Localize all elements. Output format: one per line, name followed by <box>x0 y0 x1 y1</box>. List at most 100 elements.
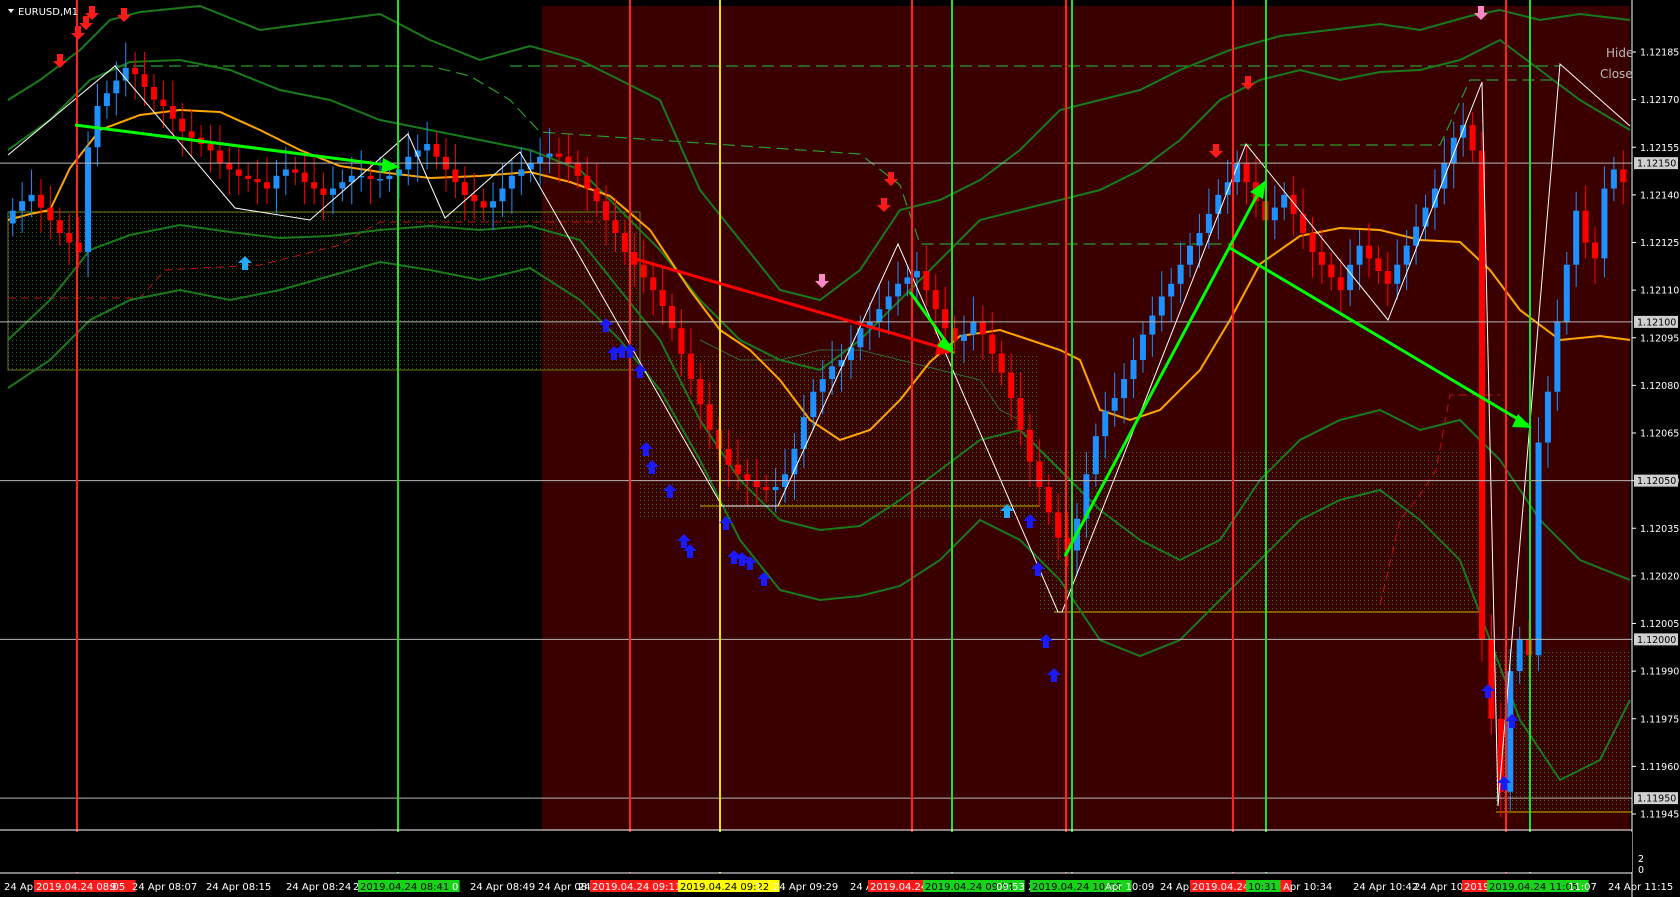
candle-body <box>490 201 497 208</box>
candle-body <box>179 118 186 132</box>
candle-body <box>1271 207 1278 221</box>
time-label: 2019.04.24 08:41 <box>360 882 449 893</box>
candle-body <box>829 366 836 380</box>
candle-body <box>433 144 440 157</box>
candle-body <box>1394 264 1401 284</box>
candle-body <box>301 172 308 183</box>
candle-body <box>1092 436 1099 475</box>
candle-body <box>1290 194 1297 214</box>
price-level-label: 1.12000 <box>1637 635 1676 646</box>
candle-body <box>923 271 930 291</box>
candle-body <box>763 486 770 491</box>
candle-body <box>593 188 600 202</box>
candle-body <box>245 175 252 179</box>
y-tick-label: 1.12140 <box>1640 190 1679 201</box>
candle-body <box>1158 296 1165 316</box>
y-tick-label: 1.12185 <box>1640 48 1679 59</box>
y-tick-label: 1.12020 <box>1640 571 1679 582</box>
candle-body <box>979 321 986 335</box>
candle-body <box>584 175 591 189</box>
candle-body <box>188 131 195 138</box>
candle-body <box>1121 379 1128 399</box>
y-tick-label: 1.12125 <box>1640 238 1679 249</box>
candle-body <box>311 182 318 189</box>
candle-body <box>471 194 478 202</box>
candle-body <box>876 309 883 322</box>
candle-body <box>1516 639 1523 672</box>
candle-body <box>169 105 176 119</box>
candle-body <box>1026 429 1033 462</box>
candle-body <box>1102 410 1109 437</box>
price-level-label: 1.12150 <box>1637 159 1676 170</box>
candle-body <box>1243 163 1250 183</box>
y-tick-label: 1.12170 <box>1640 95 1679 106</box>
candle-body <box>292 169 299 173</box>
pane-scale-top: 2 <box>1638 854 1644 865</box>
time-label: 2019.04.24 09:11 <box>592 882 681 893</box>
chart-canvas[interactable]: 1.12185 1.12170 1.12155 1.12140 1.12125 1.121… <box>0 0 1680 897</box>
price-level-label: 1.12050 <box>1637 476 1676 487</box>
symbol-header[interactable]: EURUSD,M1 <box>8 7 78 18</box>
candle-body <box>904 277 911 284</box>
candle-body <box>452 169 459 183</box>
candle-body <box>329 188 336 195</box>
candle-body <box>706 404 713 430</box>
candle-body <box>1573 210 1580 265</box>
y-tick-label: 1.12035 <box>1640 524 1679 535</box>
candle-body <box>753 480 760 487</box>
indicator-pane-bg <box>0 832 1632 872</box>
candle-body <box>1149 315 1156 335</box>
candle-body <box>113 80 120 94</box>
close-button[interactable]: Close <box>1600 67 1633 81</box>
candle-body <box>1215 194 1222 214</box>
zone-4 <box>1496 652 1630 812</box>
candle-body <box>1365 245 1372 259</box>
y-tick-label: 1.12155 <box>1640 143 1679 154</box>
candle-body <box>669 306 676 329</box>
price-level-label: 1.12100 <box>1637 317 1676 328</box>
candle-body <box>546 153 553 157</box>
candle-body <box>150 86 157 100</box>
indicator-pane: 2 0 <box>0 829 1644 876</box>
time-label: Apr 10:34 <box>1283 882 1332 893</box>
candle-body <box>386 175 393 179</box>
candle-body <box>772 486 779 491</box>
candle-body <box>1281 194 1288 208</box>
candle-body <box>226 163 233 170</box>
candle-body <box>1592 242 1599 259</box>
candle-body <box>603 201 610 221</box>
candle-body <box>1375 258 1382 272</box>
candle-body <box>273 175 280 189</box>
candle-body <box>66 232 73 243</box>
hide-button[interactable]: Hide <box>1606 46 1633 60</box>
candle-body <box>678 328 685 354</box>
time-label: 09:53 <box>996 882 1025 893</box>
y-tick-label: 1.11945 <box>1640 810 1679 821</box>
candle-body <box>810 391 817 418</box>
candle-body <box>1139 334 1146 360</box>
candle-body <box>1356 245 1363 265</box>
candle-body <box>913 271 920 278</box>
candle-body <box>160 99 167 106</box>
candle-body <box>895 283 902 297</box>
candle-body <box>574 163 581 176</box>
time-label: 24 Apr 08:07 <box>132 882 197 893</box>
candle-body <box>697 379 704 405</box>
candle-body <box>537 156 544 164</box>
symbol-label: EURUSD,M1 <box>18 7 78 18</box>
candle-body <box>847 347 854 360</box>
candle-body <box>1347 264 1354 291</box>
candle-body <box>744 474 751 481</box>
candle-body <box>480 201 487 208</box>
candle-body <box>1601 188 1608 259</box>
candle-body <box>28 194 35 202</box>
candle-body <box>1384 271 1391 284</box>
candle-body <box>932 290 939 310</box>
time-label: 10:31 <box>1248 882 1277 893</box>
candle-body <box>1582 210 1589 243</box>
candle-body <box>1554 321 1561 392</box>
candle-body <box>1187 245 1194 265</box>
time-label: 24 Apr 11:15 <box>1608 882 1673 893</box>
candle-body <box>734 464 741 475</box>
candle-body <box>424 144 431 151</box>
